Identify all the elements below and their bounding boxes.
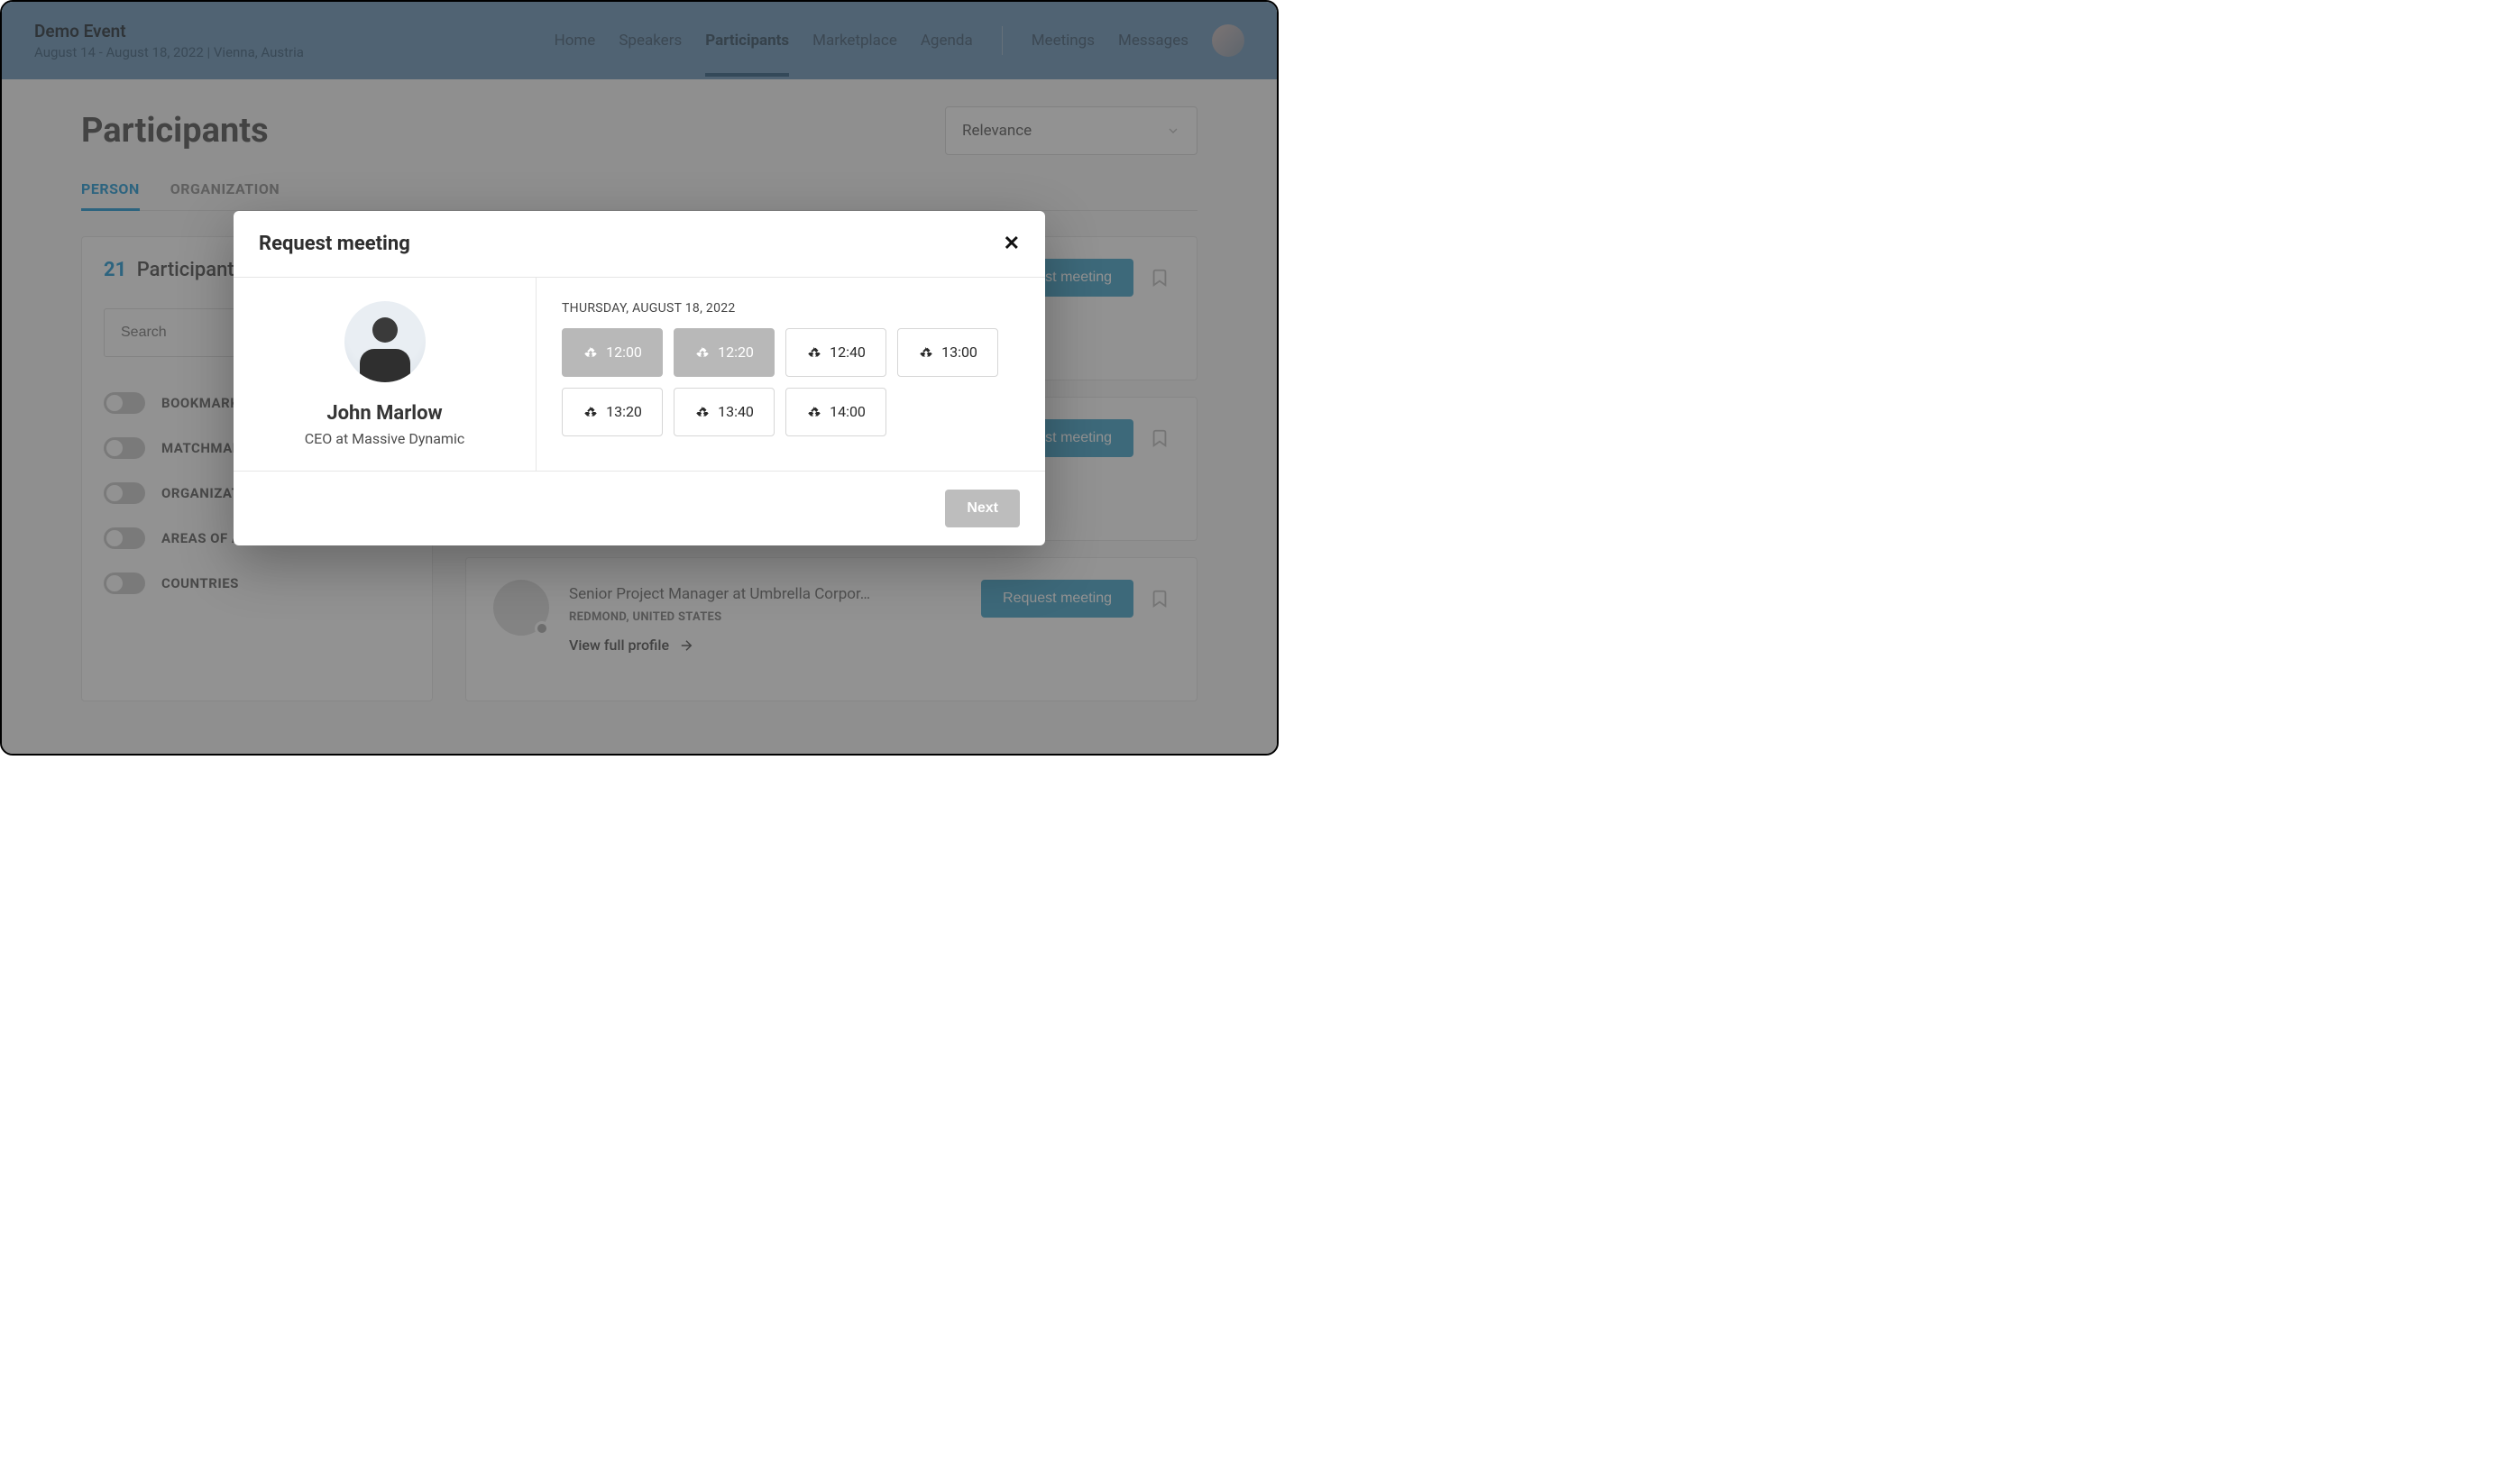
- time-slot-1320[interactable]: 13:20: [562, 388, 663, 436]
- handshake-icon: [918, 344, 934, 361]
- slot-time-label: 12:00: [606, 344, 642, 361]
- slot-time-label: 13:00: [941, 344, 977, 361]
- slot-time-label: 12:40: [830, 344, 866, 361]
- slot-time-label: 12:20: [718, 344, 754, 361]
- handshake-icon: [806, 404, 822, 420]
- person-name: John Marlow: [326, 402, 442, 425]
- request-meeting-modal: Request meeting ✕ John Marlow CEO at Mas…: [234, 211, 1045, 545]
- time-slot-1200: 12:00: [562, 328, 663, 377]
- handshake-icon: [694, 404, 711, 420]
- time-slot-1400[interactable]: 14:00: [785, 388, 886, 436]
- person-role: CEO at Massive Dynamic: [305, 430, 464, 447]
- time-slot-grid: 12:00 12:20 12:40 13:00 13:20 13:40 14:00: [562, 328, 1020, 436]
- slot-time-label: 13:40: [718, 403, 754, 420]
- slot-time-label: 13:20: [606, 403, 642, 420]
- next-button[interactable]: Next: [945, 490, 1020, 527]
- handshake-icon: [806, 344, 822, 361]
- time-slot-1220: 12:20: [674, 328, 775, 377]
- handshake-icon: [694, 344, 711, 361]
- slot-time-label: 14:00: [830, 403, 866, 420]
- handshake-icon: [583, 404, 599, 420]
- slot-date-label: THURSDAY, AUGUST 18, 2022: [562, 301, 1020, 316]
- close-icon[interactable]: ✕: [1004, 233, 1020, 255]
- time-slot-1240[interactable]: 12:40: [785, 328, 886, 377]
- modal-title: Request meeting: [259, 233, 410, 255]
- modal-slots-panel: THURSDAY, AUGUST 18, 2022 12:00 12:20 12:4…: [537, 278, 1045, 471]
- time-slot-1300[interactable]: 13:00: [897, 328, 998, 377]
- person-avatar: [344, 301, 426, 382]
- modal-person-panel: John Marlow CEO at Massive Dynamic: [234, 278, 537, 471]
- handshake-icon: [583, 344, 599, 361]
- time-slot-1340[interactable]: 13:40: [674, 388, 775, 436]
- modal-overlay[interactable]: Request meeting ✕ John Marlow CEO at Mas…: [2, 2, 1277, 754]
